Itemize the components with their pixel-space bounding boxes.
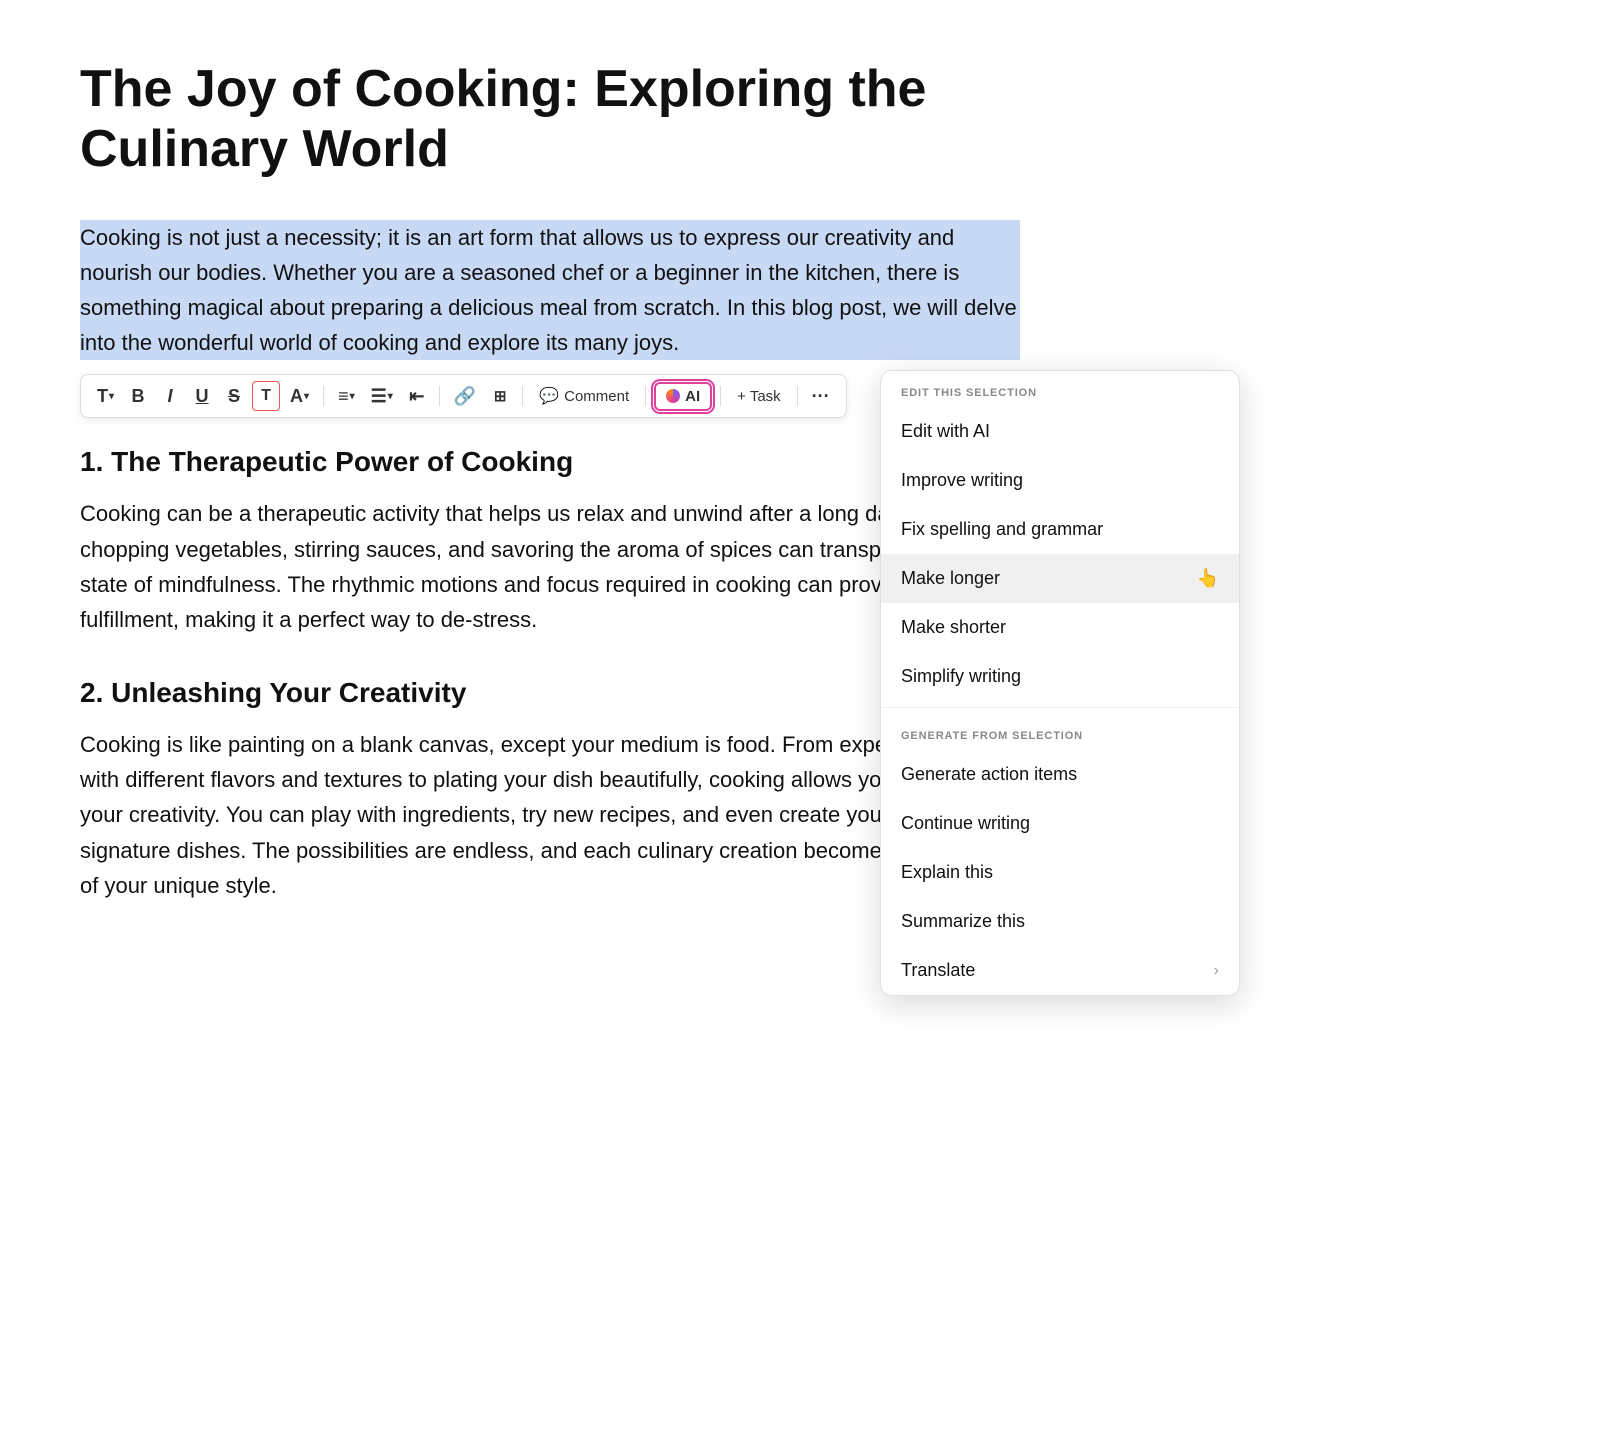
menu-item-translate[interactable]: Translate › [881,946,1239,995]
make-shorter-label: Make shorter [901,617,1006,638]
ai-button[interactable]: AI [654,382,712,411]
divider-2 [439,386,440,406]
summarize-this-label: Summarize this [901,911,1025,932]
translate-label: Translate [901,960,975,981]
outdent-icon: ⇤ [409,386,424,407]
divider-3 [522,386,523,406]
comment-icon: 💬 [539,386,559,406]
table-icon: ⊞ [494,387,507,405]
section2-heading: 2. Unleashing Your Creativity [80,677,1020,709]
text-format-dropdown-icon: ▾ [109,391,114,402]
font-color-button[interactable]: A ▾ [284,381,315,411]
align-button[interactable]: ≡ ▾ [332,381,361,411]
translate-arrow-icon: › [1214,962,1219,980]
ai-dropdown-menu: EDIT THIS SELECTION Edit with AI Improve… [880,370,1240,996]
section2-text: Cooking is like painting on a blank canv… [80,727,1020,903]
divider-6 [797,386,798,406]
edit-with-ai-label: Edit with AI [901,421,990,442]
task-button[interactable]: + Task [729,384,789,409]
table-button[interactable]: ⊞ [486,381,514,411]
section1-text: Cooking can be a therapeutic activity th… [80,496,1020,637]
comment-button[interactable]: 💬 Comment [531,382,637,410]
section1-heading: 1. The Therapeutic Power of Cooking [80,446,1020,478]
underline-button[interactable]: U [188,381,216,411]
menu-item-simplify-writing[interactable]: Simplify writing [881,652,1239,701]
text-format-label: T [97,386,108,407]
menu-item-continue-writing[interactable]: Continue writing [881,799,1239,848]
continue-writing-label: Continue writing [901,813,1030,834]
formatting-toolbar: T ▾ B I U S T A ▾ ≡ ▾ ☰ ▾ ⇤ [80,374,847,418]
generate-section-label: GENERATE FROM SELECTION [881,714,1239,750]
highlight-button[interactable]: T [252,381,280,411]
menu-item-explain-this[interactable]: Explain this [881,848,1239,897]
fix-spelling-label: Fix spelling and grammar [901,519,1103,540]
ai-dot-icon [666,389,680,403]
cursor-icon: 👆 [1197,568,1219,589]
divider-1 [323,386,324,406]
selected-paragraph: Cooking is not just a necessity; it is a… [80,220,1020,361]
menu-item-generate-action-items[interactable]: Generate action items [881,750,1239,799]
more-options-icon: ··· [812,386,830,407]
text-format-button[interactable]: T ▾ [91,381,120,411]
explain-this-label: Explain this [901,862,993,883]
document-title: The Joy of Cooking: Exploring the Culina… [80,60,1020,180]
italic-button[interactable]: I [156,381,184,411]
outdent-button[interactable]: ⇤ [403,381,431,411]
make-longer-label: Make longer [901,568,1000,589]
menu-item-summarize-this[interactable]: Summarize this [881,897,1239,946]
generate-action-items-label: Generate action items [901,764,1077,785]
menu-item-fix-spelling[interactable]: Fix spelling and grammar [881,505,1239,554]
edit-section-label: EDIT THIS SELECTION [881,371,1239,407]
improve-writing-label: Improve writing [901,470,1023,491]
menu-separator [881,707,1239,708]
bold-button[interactable]: B [124,381,152,411]
simplify-writing-label: Simplify writing [901,666,1021,687]
menu-item-improve-writing[interactable]: Improve writing [881,456,1239,505]
more-options-button[interactable]: ··· [806,381,836,411]
divider-4 [645,386,646,406]
menu-item-edit-with-ai[interactable]: Edit with AI [881,407,1239,456]
menu-item-make-longer[interactable]: Make longer 👆 [881,554,1239,603]
list-icon: ☰ [371,386,387,407]
list-button[interactable]: ☰ ▾ [365,381,399,411]
menu-item-make-shorter[interactable]: Make shorter [881,603,1239,652]
strikethrough-button[interactable]: S [220,381,248,411]
divider-5 [720,386,721,406]
link-icon: 🔗 [454,386,476,407]
link-button[interactable]: 🔗 [448,381,482,411]
